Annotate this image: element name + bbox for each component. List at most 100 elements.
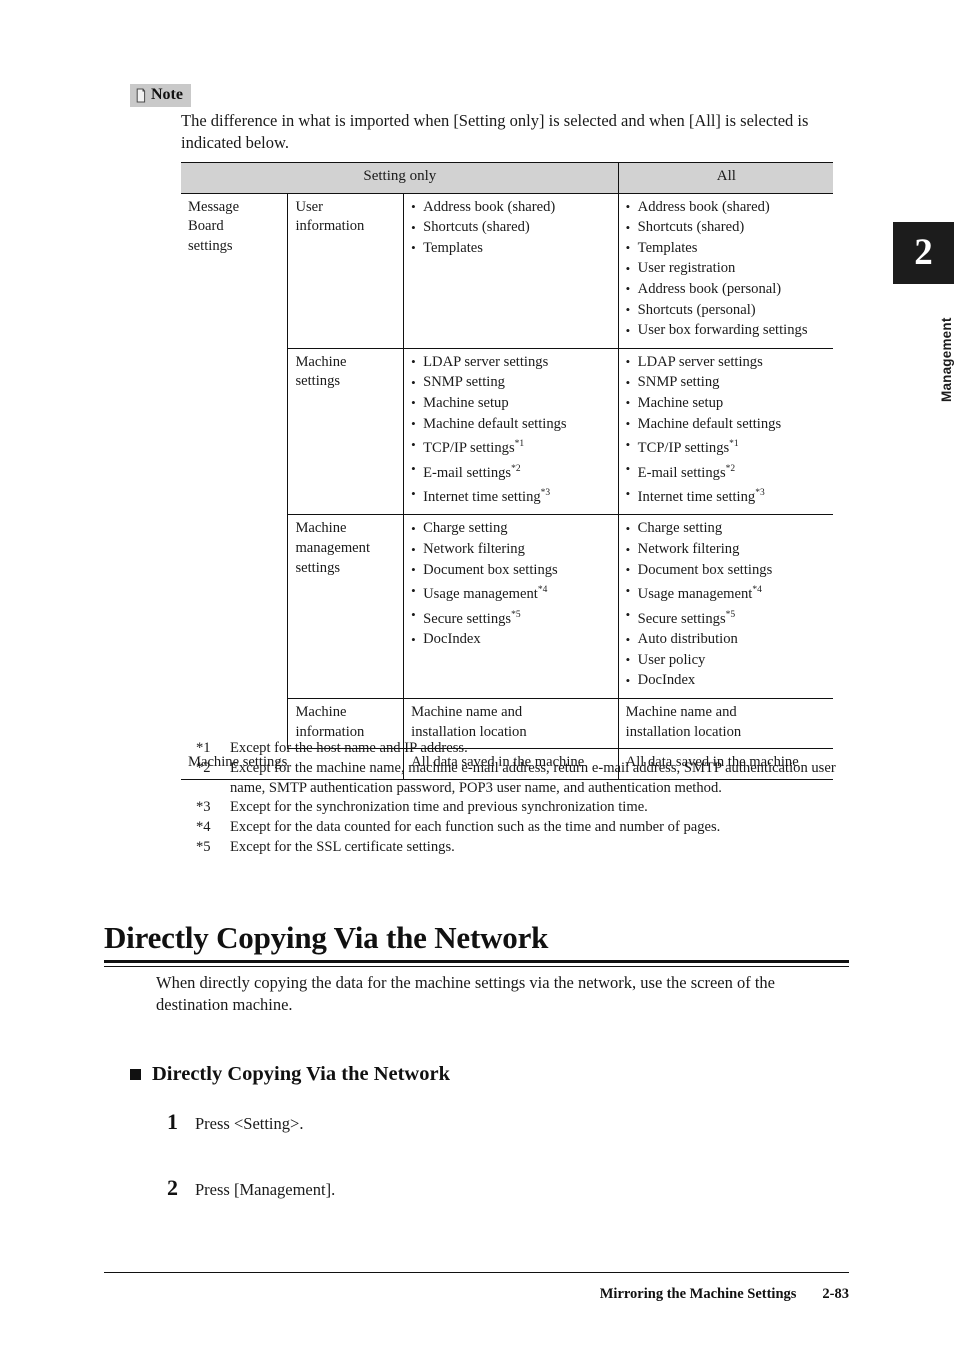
list-item: Charge setting	[626, 519, 827, 539]
list-item: SNMP setting	[411, 373, 612, 393]
cell-setting-only-machine-management-settings: Charge setting Network filtering Documen…	[403, 514, 619, 699]
list-item: User registration	[626, 259, 827, 279]
list-item: DocIndex	[411, 630, 612, 650]
column-header-all: All	[617, 162, 833, 194]
list-item: Usage management*4	[411, 581, 612, 604]
subsection-title: Directly Copying Via the Network	[152, 1063, 450, 1085]
footnote-marker: *5	[196, 838, 211, 855]
list-item: Network filtering	[411, 540, 612, 560]
list-item: Network filtering	[626, 540, 827, 560]
list-item: Secure settings*5	[626, 605, 827, 629]
list-item: Internet time setting*3	[626, 484, 827, 507]
list-item: Address book (personal)	[626, 279, 827, 300]
square-bullet-icon	[130, 1068, 141, 1080]
footnote-item: *1 Except for the host name and IP addre…	[196, 739, 846, 759]
footnote-item: *4 Except for the data counted for each …	[196, 818, 846, 838]
chapter-tab-label: Management	[939, 317, 954, 403]
page-footer: Mirroring the Machine Settings 2-83	[104, 1284, 849, 1304]
footnote-marker: *4	[196, 819, 211, 836]
section-heading-block: Directly Copying Via the Network	[104, 920, 849, 967]
list-item: Document box settings	[626, 560, 827, 581]
footnote-item: *2 Except for the machine name, machine …	[196, 759, 846, 799]
footnote-text: Except for the data counted for each fun…	[230, 819, 721, 836]
bullet-list: Charge setting Network filtering Documen…	[411, 519, 612, 649]
list-item: Machine setup	[411, 393, 612, 414]
footnote-text: Except for the SSL certificate settings.	[230, 838, 455, 855]
subsection-heading: Directly Copying Via the Network	[130, 1062, 450, 1086]
step-text: Press <Setting>.	[195, 1114, 304, 1133]
footnotes-list: *1 Except for the host name and IP addre…	[196, 739, 846, 858]
row-subcategory-machine-management-settings: Machine management settings	[287, 514, 404, 699]
list-item: SNMP setting	[626, 373, 827, 393]
step-text: Press [Management].	[195, 1180, 336, 1199]
list-item: TCP/IP settings*1	[411, 435, 612, 458]
footnote-marker: *3	[196, 799, 211, 816]
row-subcategory-user-information: User information	[287, 193, 404, 349]
list-item: Machine default settings	[626, 414, 827, 435]
heading-rule-thin	[104, 965, 849, 967]
procedure-step: 2 Press [Management].	[167, 1176, 335, 1201]
list-item: Templates	[411, 238, 612, 259]
note-body-text: The difference in what is imported when …	[181, 111, 809, 152]
heading-rule-thick	[104, 960, 849, 963]
list-item: Templates	[626, 238, 827, 259]
footnote-text: Except for the machine name, machine e-m…	[230, 759, 836, 796]
footer-section-title: Mirroring the Machine Settings	[599, 1286, 797, 1302]
column-header-setting-only: Setting only	[181, 162, 619, 194]
list-item: Internet time setting*3	[411, 484, 612, 507]
chapter-tab-number: 2	[893, 222, 954, 284]
list-item: Address book (shared)	[626, 197, 827, 218]
cell-all-machine-settings: LDAP server settings SNMP setting Machin…	[617, 348, 833, 516]
bullet-list: LDAP server settings SNMP setting Machin…	[626, 352, 827, 508]
footer-page-number: 2-83	[822, 1286, 849, 1302]
procedure-step: 1 Press <Setting>.	[167, 1110, 303, 1135]
list-item: User box forwarding settings	[626, 321, 827, 341]
list-item: LDAP server settings	[411, 352, 612, 373]
bullet-list: Address book (shared) Shortcuts (shared)…	[411, 197, 612, 259]
note-tag: Note	[130, 84, 191, 107]
note-label: Note	[151, 86, 183, 103]
list-item: Document box settings	[411, 560, 612, 581]
footer-divider	[104, 1272, 849, 1274]
cell-setting-only-machine-settings: LDAP server settings SNMP setting Machin…	[403, 348, 619, 516]
section-intro-text: When directly copying the data for the m…	[156, 973, 775, 1014]
list-item: Charge setting	[411, 519, 612, 539]
bullet-list: Charge setting Network filtering Documen…	[626, 519, 827, 690]
footnote-item: *3 Except for the synchronization time a…	[196, 798, 846, 818]
footnote-text: Except for the synchronization time and …	[230, 799, 648, 816]
footnote-item: *5 Except for the SSL certificate settin…	[196, 838, 846, 858]
list-item: Shortcuts (personal)	[626, 300, 827, 321]
step-number: 1	[167, 1109, 178, 1134]
list-item: E-mail settings*2	[411, 459, 612, 483]
row-subcategory-machine-settings: Machine settings	[287, 348, 404, 516]
bullet-list: LDAP server settings SNMP setting Machin…	[411, 352, 612, 508]
list-item: Secure settings*5	[411, 605, 612, 629]
note-pencil-icon	[135, 88, 146, 103]
list-item: User policy	[626, 650, 827, 671]
document-page: 2 Management Note The difference in what…	[0, 0, 954, 1348]
footnote-marker: *1	[196, 740, 211, 756]
list-item: Shortcuts (shared)	[411, 218, 612, 238]
list-item: Usage management*4	[626, 581, 827, 604]
cell-all-machine-management-settings: Charge setting Network filtering Documen…	[617, 514, 833, 699]
list-item: Machine default settings	[411, 414, 612, 435]
import-comparison-table: Setting only All Message Board settings …	[181, 162, 833, 780]
list-item: LDAP server settings	[626, 352, 827, 373]
list-item: Machine setup	[626, 393, 827, 414]
list-item: Auto distribution	[626, 630, 827, 650]
list-item: TCP/IP settings*1	[626, 435, 827, 458]
table-row: Message Board settings User information …	[181, 193, 833, 349]
cell-all-user-information: Address book (shared) Shortcuts (shared)…	[617, 193, 833, 349]
list-item: E-mail settings*2	[626, 459, 827, 483]
cell-setting-only-user-information: Address book (shared) Shortcuts (shared)…	[403, 193, 619, 349]
row-category-message-board-settings: Message Board settings	[188, 198, 240, 254]
footnote-text: Except for the host name and IP address.	[230, 740, 468, 756]
list-item: DocIndex	[626, 671, 827, 691]
footnote-marker: *2	[196, 759, 211, 776]
step-number: 2	[167, 1175, 178, 1200]
bullet-list: Address book (shared) Shortcuts (shared)…	[626, 197, 827, 341]
list-item: Address book (shared)	[411, 197, 612, 218]
table-header-row: Setting only All	[181, 162, 833, 194]
page-title: Directly Copying Via the Network	[104, 920, 549, 955]
list-item: Shortcuts (shared)	[626, 218, 827, 238]
